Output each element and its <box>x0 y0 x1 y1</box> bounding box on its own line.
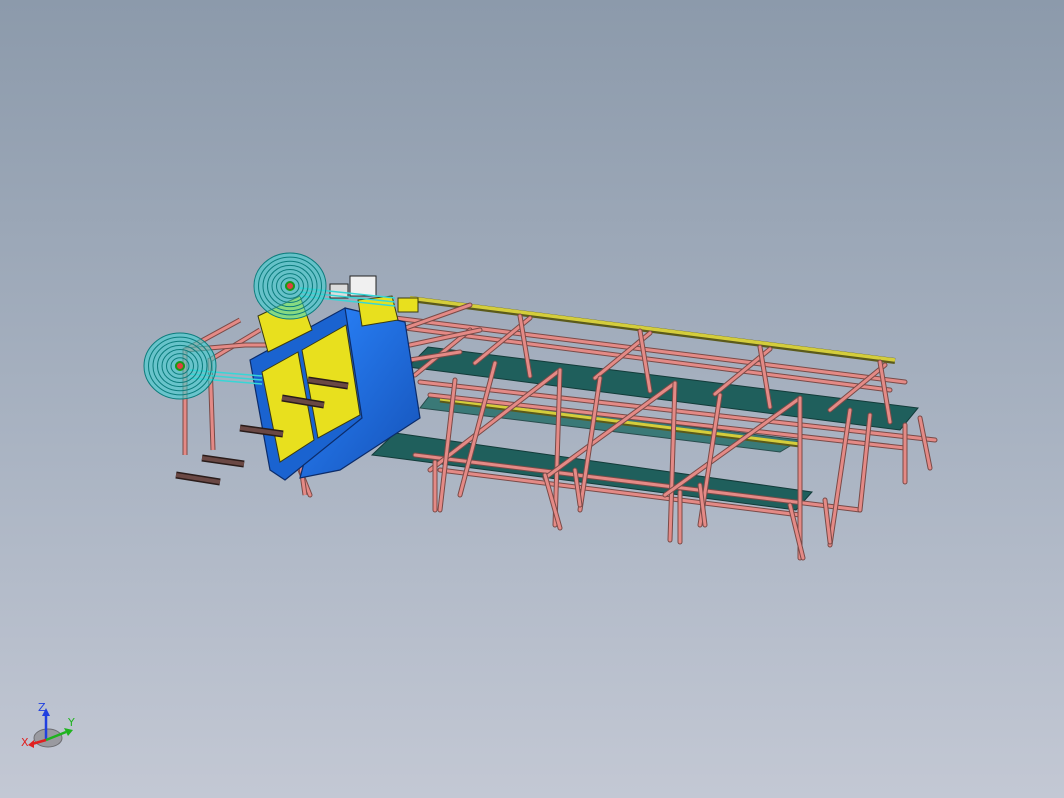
x-axis-label: X <box>21 736 29 749</box>
z-axis-label: Z <box>38 701 46 714</box>
lower-wire-spool[interactable] <box>143 332 217 400</box>
spool-hub <box>285 281 295 291</box>
upper-wire-spool[interactable] <box>253 252 327 320</box>
y-axis-label: Y <box>67 716 75 729</box>
cad-viewport[interactable]: Z Y X <box>0 0 1064 798</box>
orientation-triad[interactable]: Z Y X <box>18 700 82 756</box>
spool-hub <box>175 361 185 371</box>
frame-pipe <box>413 453 862 512</box>
x-axis-arrow <box>28 740 34 748</box>
frame-pipe <box>918 416 932 470</box>
assembly-model[interactable] <box>0 0 1064 798</box>
